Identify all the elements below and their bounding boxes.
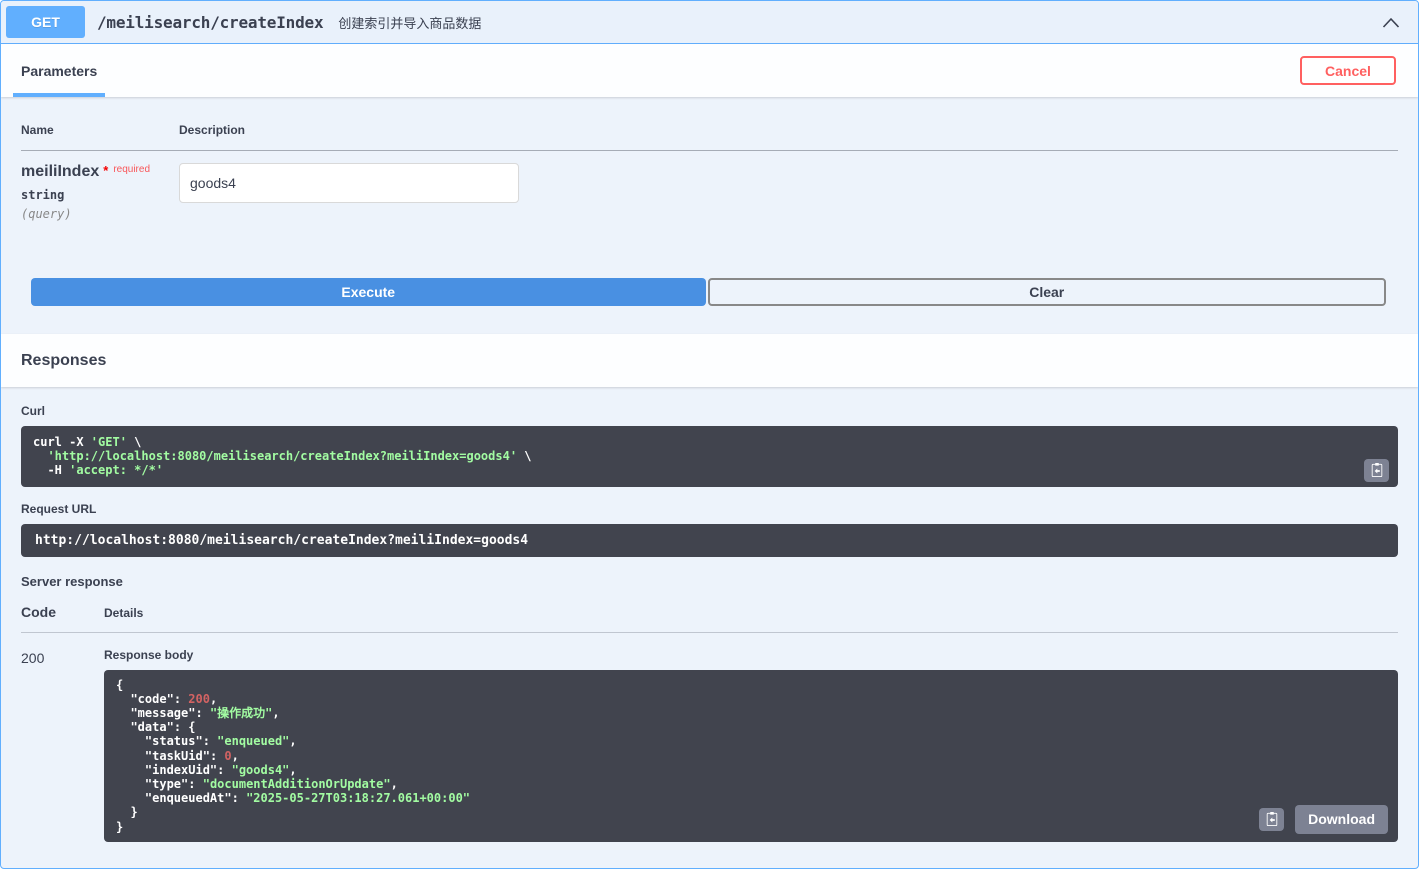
clipboard-copy-icon — [1371, 463, 1382, 478]
server-response-row: 200 Response body { "code": 200, "messag… — [21, 648, 1398, 842]
column-header-description: Description — [179, 123, 246, 137]
cancel-button[interactable]: Cancel — [1300, 56, 1396, 85]
download-button[interactable]: Download — [1295, 804, 1388, 834]
tab-parameters-label: Parameters — [21, 62, 98, 79]
tab-parameters[interactable]: Parameters — [13, 44, 106, 97]
execute-button-group: Execute Clear — [31, 278, 1386, 306]
parameter-name: meiliIndex — [21, 163, 100, 180]
request-url-block: http://localhost:8080/meilisearch/create… — [21, 523, 1398, 557]
clipboard-copy-icon — [1266, 812, 1277, 827]
opblock-get-create-index: GET /meilisearch/createIndex 创建索引并导入商品数据… — [0, 0, 1419, 869]
meiliIndex-input[interactable] — [179, 163, 519, 203]
request-url-label: Request URL — [21, 501, 97, 516]
parameter-location: (query) — [21, 207, 72, 221]
response-status-code: 200 — [21, 649, 45, 666]
column-header-code: Code — [21, 603, 56, 620]
parameter-description-cell — [179, 163, 519, 221]
endpoint-summary[interactable]: GET /meilisearch/createIndex 创建索引并导入商品数据 — [1, 1, 1418, 44]
column-header-details: Details — [104, 605, 144, 620]
parameter-meta: meiliIndex * required string (query) — [21, 163, 179, 221]
clear-button[interactable]: Clear — [707, 278, 1386, 306]
response-actions: Download — [1259, 804, 1388, 834]
endpoint-description: 创建索引并导入商品数据 — [338, 15, 482, 31]
column-header-name: Name — [21, 123, 54, 137]
parameters-table-header: Name Description — [21, 123, 1398, 151]
endpoint-path: /meilisearch/createIndex — [97, 12, 324, 32]
responses-title: Responses — [21, 351, 107, 369]
parameters-body: Name Description meiliIndex * required s… — [1, 97, 1418, 306]
parameter-type: string — [21, 188, 65, 202]
request-url-value: http://localhost:8080/meilisearch/create… — [35, 532, 529, 548]
collapse-button[interactable] — [1378, 13, 1404, 32]
responses-section-header: Responses — [1, 334, 1418, 387]
required-star: * — [103, 163, 109, 178]
curl-label: Curl — [21, 404, 45, 418]
responses-body: Curl curl -X 'GET' \ 'http://localhost:8… — [1, 387, 1418, 859]
response-details: Response body { "code": 200, "message": … — [104, 648, 1398, 842]
copy-curl-button[interactable] — [1364, 458, 1389, 482]
copy-response-button[interactable] — [1259, 807, 1285, 831]
server-response-table-header: Code Details — [21, 604, 1398, 633]
http-method-badge: GET — [6, 6, 85, 38]
required-label: required — [113, 164, 151, 175]
response-body-label: Response body — [104, 647, 194, 662]
curl-command-text: curl -X 'GET' \ 'http://localhost:8080/m… — [33, 435, 532, 478]
response-body-text: { "code": 200, "message": "操作成功", "data"… — [116, 677, 471, 834]
execute-button[interactable]: Execute — [31, 278, 706, 306]
server-response-label: Server response — [21, 573, 123, 589]
chevron-up-icon — [1382, 17, 1400, 28]
response-body-block[interactable]: { "code": 200, "message": "操作成功", "data"… — [104, 669, 1398, 842]
curl-command-block[interactable]: curl -X 'GET' \ 'http://localhost:8080/m… — [21, 426, 1398, 487]
parameters-section-header: Parameters Cancel — [1, 44, 1418, 97]
parameter-row: meiliIndex * required string (query) — [21, 151, 1398, 221]
